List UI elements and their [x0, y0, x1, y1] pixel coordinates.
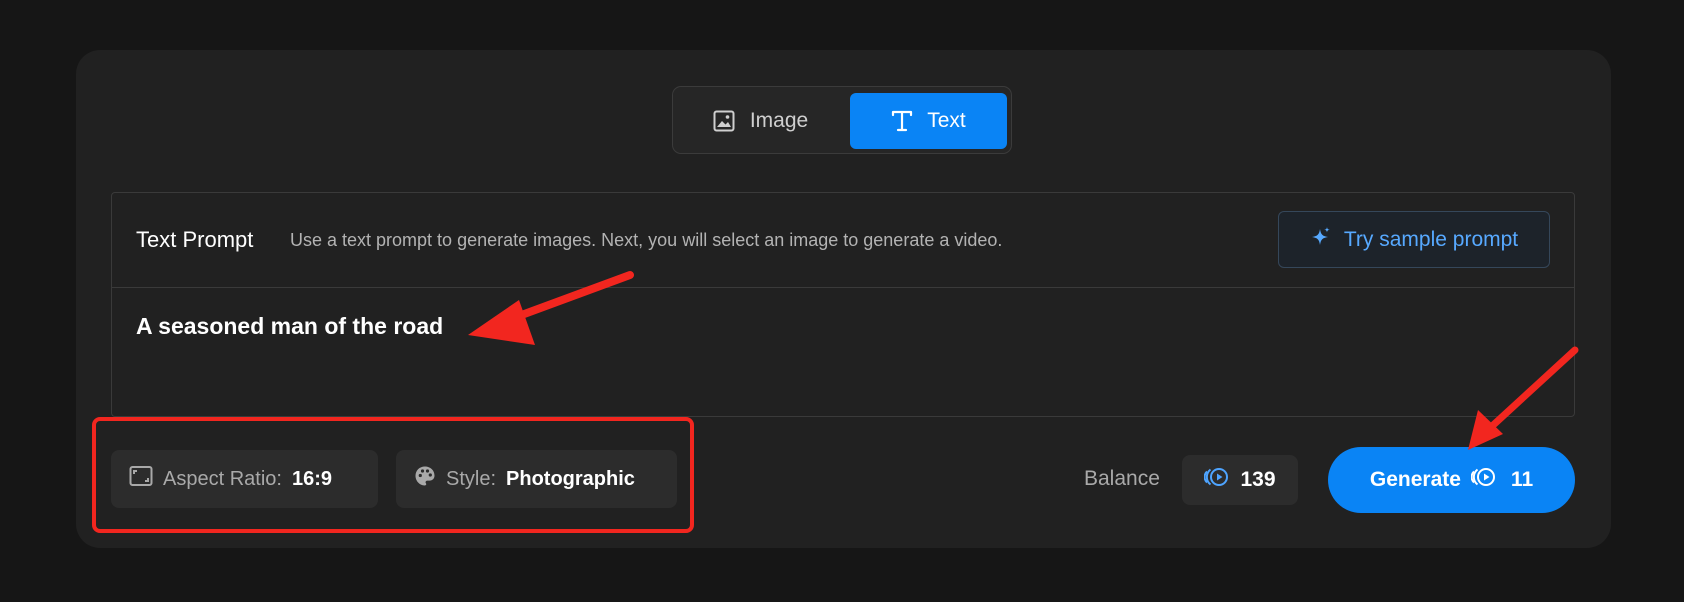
prompt-header: Text Prompt Use a text prompt to generat… — [112, 193, 1574, 288]
style-label: Style: — [446, 467, 497, 490]
aspect-ratio-label: Aspect Ratio: — [163, 467, 282, 490]
mode-toggle: Image Text — [672, 86, 1012, 154]
style-selector[interactable]: Style: Photographic — [396, 450, 677, 508]
aspect-ratio-value: 16:9 — [291, 467, 332, 490]
style-value: Photographic — [506, 467, 635, 490]
prompt-input[interactable] — [136, 313, 1536, 340]
tab-text[interactable]: Text — [850, 93, 1007, 149]
prompt-box: Text Prompt Use a text prompt to generat… — [111, 192, 1575, 417]
sparkle-icon — [1310, 226, 1332, 254]
balance-display: 139 — [1182, 455, 1298, 505]
image-icon — [712, 109, 736, 133]
palette-icon — [414, 465, 436, 493]
try-sample-prompt-label: Try sample prompt — [1343, 227, 1519, 251]
aspect-ratio-icon — [129, 465, 153, 493]
tab-text-label: Text — [927, 109, 966, 132]
generate-label: Generate — [1369, 468, 1461, 491]
try-sample-prompt-button[interactable]: Try sample prompt — [1278, 211, 1550, 268]
tab-image[interactable]: Image — [681, 93, 839, 149]
generate-cost: 11 — [1510, 468, 1534, 491]
balance-value: 139 — [1240, 468, 1276, 491]
generate-button[interactable]: Generate 11 — [1328, 447, 1575, 513]
prompt-description: Use a text prompt to generate images. Ne… — [290, 230, 1003, 250]
prompt-title: Text Prompt — [136, 227, 254, 252]
aspect-ratio-selector[interactable]: Aspect Ratio: 16:9 — [111, 450, 378, 508]
tab-image-label: Image — [749, 109, 809, 132]
credits-icon — [1204, 466, 1230, 494]
credits-icon — [1470, 466, 1497, 494]
text-icon — [891, 109, 913, 133]
balance-label: Balance — [1084, 467, 1160, 490]
